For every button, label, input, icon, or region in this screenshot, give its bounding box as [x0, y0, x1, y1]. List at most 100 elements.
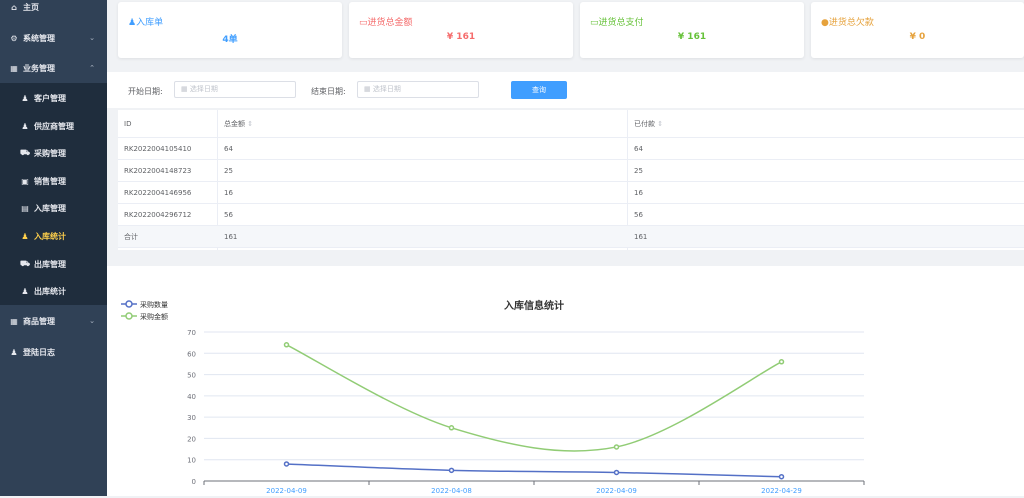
- cell-id: RK2022004148723: [124, 166, 192, 175]
- stat-card-title: ♟入库单: [128, 18, 164, 28]
- cell-total-amount: 64: [224, 144, 233, 153]
- cell-paid: 25: [634, 166, 643, 175]
- start-date-placeholder: 选择日期: [189, 85, 218, 93]
- data-point: [778, 359, 785, 365]
- sidebar-item-8[interactable]: ♟ 入库统计: [0, 226, 107, 246]
- stat-card: ♟入库单 4单: [118, 2, 342, 58]
- cell-paid: 16: [634, 188, 643, 197]
- cell-id: 合计: [124, 232, 138, 241]
- y-tick-label: 30: [187, 414, 196, 422]
- stat-card: ▭进货总支付 ¥ 161: [580, 2, 804, 58]
- sidebar-item-label: 出库管理: [34, 259, 66, 269]
- query-button[interactable]: 查询: [511, 81, 567, 99]
- stat-card: ▭进货总金额 ¥ 161: [349, 2, 573, 58]
- header-paid[interactable]: 已付款 ⇕: [634, 110, 663, 137]
- document-icon: ▤: [21, 203, 29, 213]
- inbound-stats-chart: 入库信息统计 0 10 20 30 40 50 60 70 2022-04-09 2022-04-0…: [121, 299, 865, 495]
- sidebar-item-label: 供应商管理: [34, 121, 74, 131]
- sidebar-item-0[interactable]: ⌂ 主页: [0, 0, 107, 17]
- cell-paid: 161: [634, 232, 648, 241]
- sidebar-item-label: 登陆日志: [23, 347, 55, 357]
- x-tick-label: 2022-04-09: [266, 487, 307, 495]
- stat-card-title: ▭进货总金额: [359, 18, 413, 28]
- home-icon: ⌂: [11, 2, 17, 12]
- end-date-label: 结束日期:: [311, 87, 346, 96]
- data-point: [283, 461, 290, 467]
- cart-icon: ⛟: [20, 259, 31, 268]
- sort-icon[interactable]: ⇕: [657, 120, 663, 128]
- x-tick-label: 2022-04-09: [596, 487, 637, 495]
- sidebar-item-label: 采购管理: [34, 148, 66, 158]
- header-total-amount[interactable]: 总金额 ⇕: [224, 110, 253, 137]
- data-point: [448, 467, 455, 474]
- chart-panel: 入库信息统计 0 10 20 30 40 50 60 70 2022-04-09 2022-04-0…: [107, 266, 1024, 496]
- legend-label: 采购数量: [140, 300, 168, 309]
- sidebar-item-2[interactable]: ▦ 业务管理 ⌃: [0, 58, 107, 78]
- cell-id: RK2022004105410: [124, 144, 192, 153]
- user-icon: ♟: [128, 18, 137, 28]
- calendar-icon: ▦: [364, 85, 371, 93]
- sidebar-item-label: 业务管理: [23, 63, 55, 73]
- sidebar-item-7[interactable]: ▤ 入库管理: [0, 198, 107, 218]
- wallet-icon: ▣: [21, 176, 29, 186]
- sidebar: ⌂ 主页 ⚙ 系统管理 ⌄ ▦ 业务管理 ⌃ ♟ 客户管理 ♟ 供应商管理 ⛟ 采购管理 ▣ 销售管理 ▤ 入库管…: [0, 0, 107, 496]
- cell-id: RK2022004296712: [124, 210, 192, 219]
- sidebar-item-4[interactable]: ♟ 供应商管理: [0, 116, 107, 136]
- chevron-icon[interactable]: ⌄: [89, 317, 95, 325]
- stat-card-value: ¥ 161: [677, 32, 707, 42]
- sidebar-item-6[interactable]: ▣ 销售管理: [0, 171, 107, 191]
- stat-card: ●进货总欠款 ¥ 0: [811, 2, 1024, 58]
- user-icon: ♟: [21, 93, 29, 103]
- grid-icon: ▦: [10, 63, 18, 73]
- sidebar-item-label: 入库管理: [34, 203, 66, 213]
- legend-marker: [125, 300, 133, 308]
- data-point: [613, 469, 620, 476]
- data-point: [283, 342, 290, 348]
- stat-card-title: ●进货总欠款: [821, 18, 874, 28]
- cart-icon: ⛟: [20, 148, 31, 157]
- legend-label: 采购金额: [140, 312, 168, 321]
- legend-marker: [125, 312, 133, 320]
- user-icon: ♟: [21, 231, 29, 241]
- coin-icon: ●: [821, 18, 829, 28]
- cell-paid: 56: [634, 210, 643, 219]
- sidebar-item-label: 商品管理: [23, 316, 55, 326]
- sidebar-item-label: 销售管理: [34, 176, 66, 186]
- data-point: [448, 425, 455, 431]
- sidebar-item-label: 系统管理: [23, 33, 55, 43]
- start-date-input[interactable]: ▦ 选择日期: [174, 81, 296, 98]
- sort-icon[interactable]: ⇕: [247, 120, 253, 128]
- calendar-icon: ▦: [181, 85, 188, 93]
- stat-card-value: ¥ 161: [446, 32, 476, 42]
- cell-id: RK2022004146956: [124, 188, 192, 197]
- y-tick-label: 50: [187, 372, 196, 380]
- cell-paid: 64: [634, 144, 643, 153]
- series-line-1: [286, 344, 782, 452]
- sidebar-item-12[interactable]: ♟ 登陆日志: [0, 342, 107, 362]
- sidebar-item-5[interactable]: ⛟ 采购管理: [0, 143, 107, 163]
- chart-title: 入库信息统计: [504, 299, 564, 312]
- sidebar-item-11[interactable]: ▦ 商品管理 ⌄: [0, 311, 107, 331]
- x-tick-label: 2022-04-29: [761, 487, 802, 495]
- sidebar-item-label: 入库统计: [34, 231, 66, 241]
- x-tick-label: 2022-04-08: [431, 487, 472, 495]
- cell-total-amount: 16: [224, 188, 233, 197]
- table-summary-row: 合计 161 161: [118, 226, 1024, 248]
- sidebar-item-10[interactable]: ♟ 出库统计: [0, 281, 107, 301]
- stat-card-value: ¥ 0: [909, 32, 926, 42]
- table-header-row: ID 总金额 ⇕ 已付款 ⇕: [118, 110, 1024, 138]
- sidebar-item-1[interactable]: ⚙ 系统管理 ⌄: [0, 28, 107, 48]
- sidebar-item-9[interactable]: ⛟ 出库管理: [0, 254, 107, 274]
- sidebar-item-label: 出库统计: [34, 286, 66, 296]
- box-icon: ▦: [10, 316, 18, 326]
- y-tick-label: 70: [187, 329, 196, 337]
- start-date-label: 开始日期:: [128, 87, 163, 96]
- sidebar-item-3[interactable]: ♟ 客户管理: [0, 88, 107, 108]
- y-tick-label: 20: [187, 435, 196, 443]
- user-icon: ♟: [10, 347, 18, 357]
- chevron-icon[interactable]: ⌃: [89, 64, 95, 72]
- credit-card-icon: ▭: [590, 18, 599, 28]
- user-icon: ♟: [21, 121, 29, 131]
- end-date-input[interactable]: ▦ 选择日期: [357, 81, 479, 98]
- chevron-icon[interactable]: ⌄: [89, 34, 95, 42]
